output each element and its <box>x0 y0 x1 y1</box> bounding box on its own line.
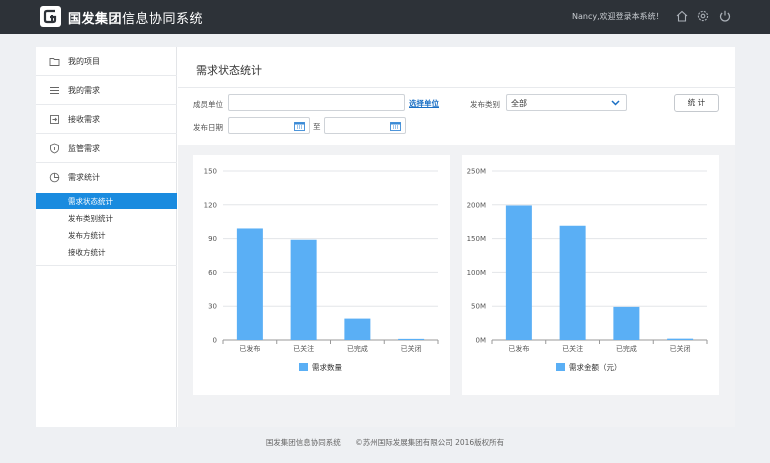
x-tick-label: 已关注 <box>293 344 314 353</box>
sub-item-category-stats[interactable]: 发布类别统计 <box>36 210 177 226</box>
app-title: 国发集团信息协同系统 <box>68 8 203 27</box>
page-title: 需求状态统计 <box>196 64 262 77</box>
welcome-text: Nancy,欢迎登录本系统！ <box>572 12 664 21</box>
x-tick-label: 已发布 <box>508 344 529 353</box>
sidebar-item-received[interactable]: 接收需求 <box>36 105 177 134</box>
y-tick-label: 100M <box>467 269 486 277</box>
settings-icon[interactable] <box>696 9 710 23</box>
power-icon[interactable] <box>718 9 732 23</box>
sub-item-publisher-stats[interactable]: 发布方统计 <box>36 227 177 243</box>
legend-swatch <box>556 363 565 371</box>
sub-item-label: 发布方统计 <box>68 231 106 240</box>
folder-icon <box>49 58 60 66</box>
sidebar-item-supervision[interactable]: 监管需求 <box>36 134 177 163</box>
bar[interactable] <box>290 239 317 340</box>
x-tick-label: 已关闭 <box>670 344 691 353</box>
content-card: 我的项目 我的需求 接收需求 监管需求 需求统计 需求状态统计 发布类别统计 发… <box>36 47 735 427</box>
home-icon[interactable] <box>675 9 689 23</box>
legend-swatch <box>299 363 308 371</box>
bar[interactable] <box>398 338 425 340</box>
chart-panel-amount: 0M 50M 100M 150M 200M 250M 已发布 已关注 已完成 已关闭需求金额（元） <box>462 155 719 395</box>
sub-item-label: 接收方统计 <box>68 248 106 257</box>
member-unit-input[interactable] <box>228 94 405 111</box>
footer-system-name: 国发集团信息协同系统 <box>265 438 341 447</box>
main-panel: 需求状态统计 成员单位 选择单位 发布类别 全部 统 计 发布日期 至 0 30 6… <box>178 47 735 427</box>
sidebar-item-my-projects[interactable]: 我的项目 <box>36 47 177 76</box>
sub-item-label: 发布类别统计 <box>68 214 113 223</box>
stat-button[interactable]: 统 计 <box>674 94 719 112</box>
y-tick-label: 0M <box>476 337 487 345</box>
y-tick-label: 150 <box>204 168 217 176</box>
chevron-down-icon <box>611 100 620 106</box>
calendar-icon[interactable] <box>294 121 305 131</box>
app-logo <box>40 6 61 27</box>
bar[interactable] <box>613 306 640 340</box>
y-tick-label: 50M <box>471 303 486 311</box>
date-to-field[interactable] <box>324 117 406 134</box>
bar[interactable] <box>505 205 532 340</box>
bar[interactable] <box>559 225 586 340</box>
footer-copyright: ©苏州国际发展集团有限公司 2016版权所有 <box>355 438 505 447</box>
bar[interactable] <box>236 228 263 340</box>
calendar-icon[interactable] <box>390 121 401 131</box>
shield-icon <box>50 143 59 154</box>
sidebar-item-label: 需求统计 <box>68 173 100 182</box>
chart-count: 0 30 60 90 120 150 已发布 已关注 已完成 已关闭需求数量 <box>204 168 439 372</box>
y-tick-label: 200M <box>467 201 486 209</box>
sidebar-item-my-requirements[interactable]: 我的需求 <box>36 76 177 105</box>
chart-panel-count: 0 30 60 90 120 150 已发布 已关注 已完成 已关闭需求数量 <box>193 155 450 395</box>
select-unit-link[interactable]: 选择单位 <box>409 98 439 109</box>
date-to-label: 至 <box>313 122 321 131</box>
y-tick-label: 90 <box>208 235 217 243</box>
x-tick-label: 已关闭 <box>401 344 422 353</box>
category-select[interactable]: 全部 <box>506 94 627 111</box>
bar[interactable] <box>344 318 371 340</box>
chart-amount: 0M 50M 100M 150M 200M 250M 已发布 已关注 已完成 已关闭需求金额（元） <box>467 168 708 372</box>
sidebar-item-statistics[interactable]: 需求统计 <box>36 163 177 192</box>
legend-label: 需求金额（元） <box>569 362 622 372</box>
top-bar: 国发集团信息协同系统 Nancy,欢迎登录本系统！ <box>0 0 770 34</box>
x-tick-label: 已发布 <box>239 344 260 353</box>
legend-label: 需求数量 <box>312 362 342 372</box>
category-label: 发布类别 <box>470 100 500 109</box>
sidebar: 我的项目 我的需求 接收需求 监管需求 需求统计 需求状态统计 发布类别统计 发… <box>36 47 177 427</box>
x-tick-label: 已关注 <box>562 344 583 353</box>
date-from-field[interactable] <box>228 117 310 134</box>
footer: 国发集团信息协同系统 ©苏州国际发展集团有限公司 2016版权所有 <box>0 437 770 448</box>
sidebar-item-label: 接收需求 <box>68 115 100 124</box>
category-select-value: 全部 <box>511 99 527 108</box>
app-title-bold: 国发集团 <box>68 12 123 27</box>
sidebar-item-label: 我的项目 <box>68 57 100 66</box>
inbox-icon <box>50 115 59 124</box>
charts-area: 0 30 60 90 120 150 已发布 已关注 已完成 已关闭需求数量 0M 50M 100M 1… <box>178 145 735 427</box>
pie-chart-icon <box>49 172 60 183</box>
x-tick-label: 已完成 <box>616 344 637 353</box>
sidebar-item-label: 我的需求 <box>68 86 100 95</box>
sub-item-label: 需求状态统计 <box>68 197 113 206</box>
y-tick-label: 30 <box>208 303 217 311</box>
y-tick-label: 120 <box>204 201 217 209</box>
member-unit-label: 成员单位 <box>193 100 223 109</box>
sidebar-item-label: 监管需求 <box>68 144 100 153</box>
sidebar-divider <box>36 265 177 266</box>
list-icon <box>50 87 59 94</box>
app-title-rest: 信息协同系统 <box>122 12 204 27</box>
y-tick-label: 150M <box>467 235 486 243</box>
x-tick-label: 已完成 <box>347 344 368 353</box>
date-label: 发布日期 <box>193 123 223 132</box>
y-tick-label: 60 <box>208 269 217 277</box>
logo-icon <box>43 9 57 24</box>
title-divider <box>178 87 735 88</box>
sub-item-receiver-stats[interactable]: 接收方统计 <box>36 244 177 260</box>
y-tick-label: 0 <box>213 337 217 345</box>
sub-item-status-stats[interactable]: 需求状态统计 <box>36 193 177 209</box>
y-tick-label: 250M <box>467 168 486 176</box>
bar[interactable] <box>667 338 694 340</box>
